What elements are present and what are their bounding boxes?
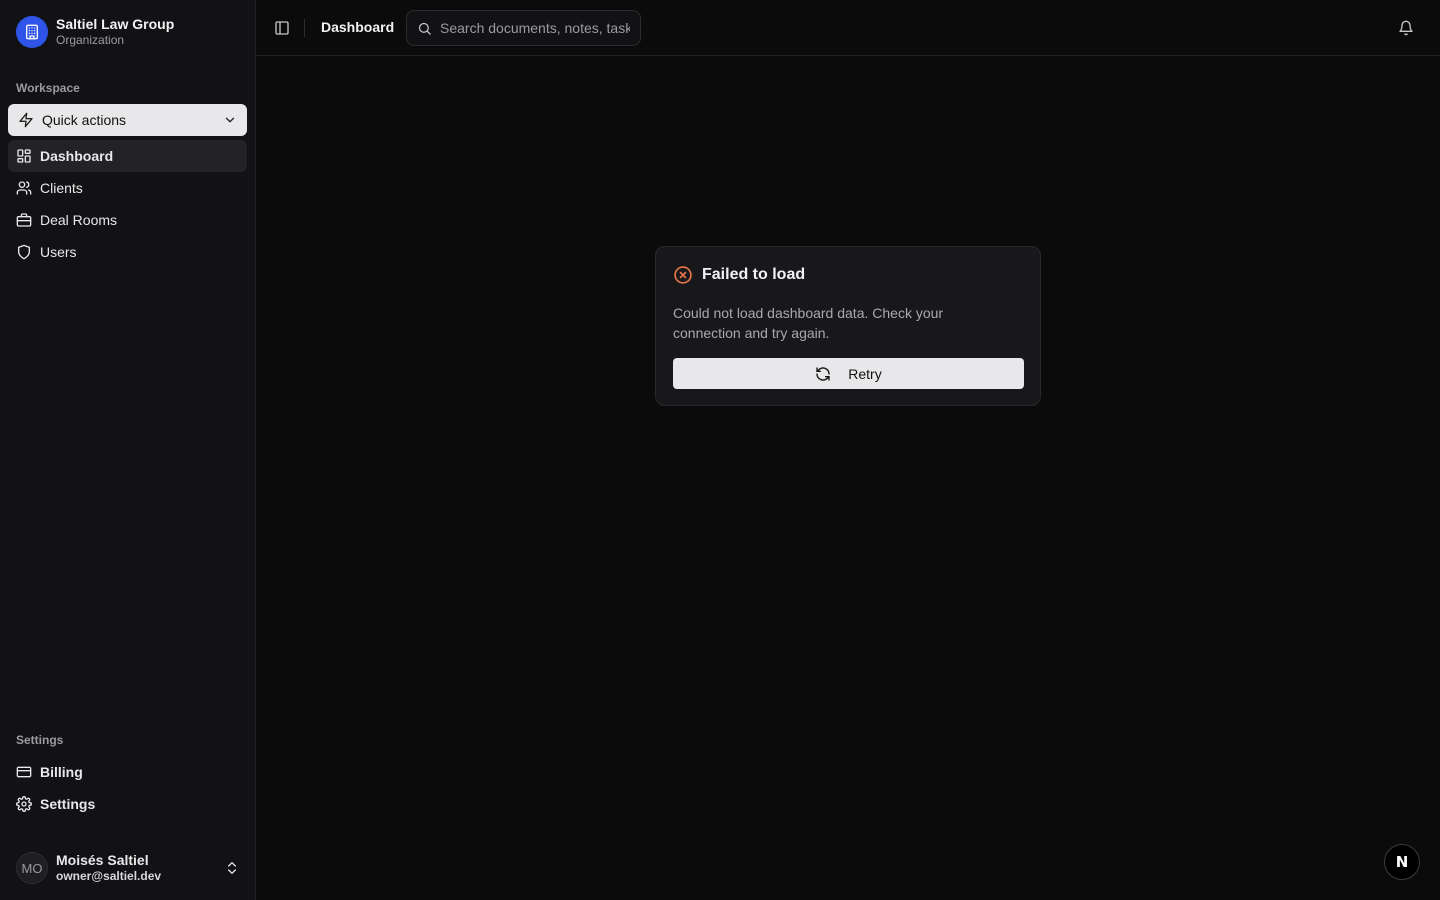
sidebar-item-label: Clients: [40, 180, 83, 196]
user-email: owner@saltiel.dev: [56, 869, 162, 883]
top-bar: Dashboard: [256, 0, 1440, 56]
retry-button[interactable]: Retry: [673, 358, 1024, 389]
divider: [304, 19, 305, 37]
zap-icon: [18, 112, 34, 128]
briefcase-icon: [16, 212, 32, 228]
workspace-label: Workspace: [16, 81, 80, 95]
gear-icon: [16, 796, 32, 812]
sidebar-item-dashboard[interactable]: Dashboard: [8, 140, 247, 172]
chevrons-up-down-icon: [224, 860, 240, 876]
layout-grid-icon: [16, 148, 32, 164]
sidebar-item-settings[interactable]: Settings: [8, 788, 247, 820]
breadcrumb[interactable]: Dashboard: [321, 19, 394, 35]
user-name: Moisés Saltiel: [56, 852, 149, 868]
sidebar-item-deal-rooms[interactable]: Deal Rooms: [8, 204, 247, 236]
credit-card-icon: [16, 764, 32, 780]
org-type: Organization: [56, 33, 125, 47]
error-card: Failed to load Could not load dashboard …: [655, 246, 1041, 406]
avatar: MO: [16, 852, 48, 884]
org-switcher[interactable]: Saltiel Law Group Organization: [16, 16, 174, 48]
sidebar-toggle-icon[interactable]: [274, 20, 290, 36]
sidebar-item-label: Settings: [40, 796, 96, 812]
next-dev-button[interactable]: N: [1384, 844, 1420, 880]
sidebar-item-label: Billing: [40, 764, 83, 780]
chevron-down-icon: [223, 113, 237, 127]
search-icon: [417, 21, 432, 36]
search-input[interactable]: [440, 20, 630, 36]
users-icon: [16, 180, 32, 196]
sidebar-item-billing[interactable]: Billing: [8, 756, 247, 788]
error-circle-icon: [673, 265, 693, 285]
search-box[interactable]: [406, 10, 641, 46]
bell-icon[interactable]: [1398, 20, 1414, 36]
error-card-header: Failed to load: [673, 265, 805, 285]
quick-actions-label: Quick actions: [42, 112, 127, 128]
error-message: Could not load dashboard data. Check you…: [673, 305, 944, 341]
sidebar: Saltiel Law Group Organization Workspace…: [0, 0, 256, 900]
refresh-icon: [815, 366, 831, 382]
quick-actions-dropdown[interactable]: Quick actions: [8, 104, 247, 136]
retry-label: Retry: [848, 365, 882, 382]
sidebar-item-label: Deal Rooms: [40, 212, 118, 228]
sidebar-item-users[interactable]: Users: [8, 236, 247, 268]
user-menu[interactable]: MO Moisés Saltiel owner@saltiel.dev: [16, 852, 240, 884]
sidebar-item-clients[interactable]: Clients: [8, 172, 247, 204]
settings-label: Settings: [16, 733, 64, 747]
building-icon: [16, 16, 48, 48]
shield-icon: [16, 244, 32, 260]
error-title: Failed to load: [702, 266, 806, 283]
org-name: Saltiel Law Group: [56, 16, 175, 32]
sidebar-item-label: Users: [40, 244, 77, 260]
sidebar-item-label: Dashboard: [40, 148, 114, 164]
